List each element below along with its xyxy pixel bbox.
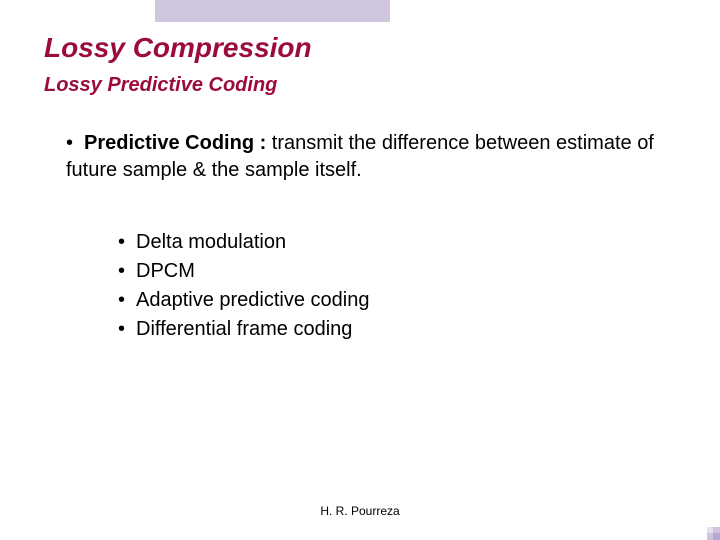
corner-decoration-icon xyxy=(694,514,720,540)
body-paragraph: •Predictive Coding : transmit the differ… xyxy=(66,130,666,184)
list-item-label: Adaptive predictive coding xyxy=(136,289,369,311)
footer-author: H. R. Pourreza xyxy=(0,504,720,518)
list-item-label: Delta modulation xyxy=(136,231,286,253)
list-item: •DPCM xyxy=(118,257,369,286)
list-item: •Delta modulation xyxy=(118,228,369,257)
list-item: •Adaptive predictive coding xyxy=(118,286,369,315)
list-item: •Differential frame coding xyxy=(118,315,369,344)
slide-subtitle: Lossy Predictive Coding xyxy=(44,74,277,97)
list-item-label: Differential frame coding xyxy=(136,318,352,340)
sublist: •Delta modulation •DPCM •Adaptive predic… xyxy=(118,228,369,344)
top-accent-bar xyxy=(155,0,390,22)
bullet-icon: • xyxy=(118,286,136,315)
list-item-label: DPCM xyxy=(136,260,195,282)
lead-term: Predictive Coding : xyxy=(84,132,266,154)
bullet-icon: • xyxy=(118,228,136,257)
bullet-icon: • xyxy=(66,130,84,157)
bullet-icon: • xyxy=(118,315,136,344)
slide-title: Lossy Compression xyxy=(44,32,312,64)
bullet-icon: • xyxy=(118,257,136,286)
